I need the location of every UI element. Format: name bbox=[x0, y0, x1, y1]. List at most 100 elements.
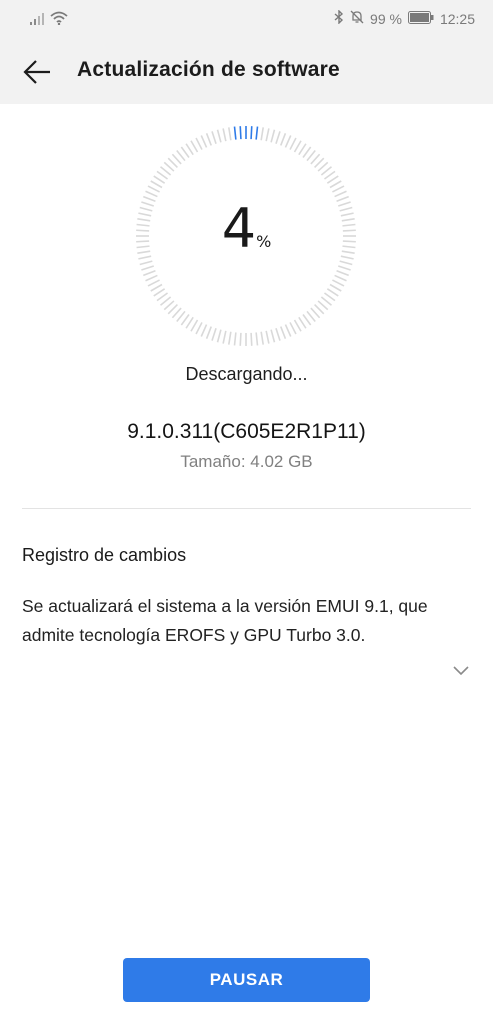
progress-tick bbox=[143, 270, 156, 277]
status-left bbox=[30, 11, 68, 28]
progress-tick bbox=[306, 150, 316, 162]
status-right: 99 % 12:25 bbox=[334, 9, 475, 27]
progress-tick bbox=[195, 137, 203, 150]
progress-tick bbox=[153, 175, 166, 184]
progress-tick bbox=[145, 190, 158, 198]
progress-tick bbox=[176, 150, 186, 162]
progress-percentage: 4% bbox=[0, 197, 493, 260]
status-bar: 99 % 12:25 bbox=[0, 0, 493, 38]
mute-bell-icon bbox=[350, 10, 364, 27]
changelog-text: Se actualizará el sistema a la versión E… bbox=[22, 596, 428, 645]
progress-tick bbox=[185, 143, 194, 156]
progress-tick bbox=[289, 137, 297, 150]
progress-tick bbox=[160, 166, 172, 176]
progress-tick bbox=[293, 319, 302, 332]
progress-tick bbox=[190, 319, 199, 332]
progress-tick bbox=[156, 292, 169, 302]
progress-tick bbox=[260, 331, 265, 345]
progress-tick bbox=[339, 260, 353, 266]
signal-icon bbox=[30, 12, 46, 28]
download-status: Descargando... bbox=[185, 364, 308, 384]
progress-tick bbox=[227, 331, 232, 345]
progress-tick bbox=[171, 307, 182, 319]
progress-tick bbox=[200, 324, 208, 337]
progress-tick-active bbox=[239, 126, 242, 140]
progress-tick bbox=[293, 140, 302, 153]
progress-tick bbox=[298, 143, 307, 156]
progress-tick bbox=[163, 300, 175, 311]
back-arrow-icon[interactable] bbox=[20, 54, 56, 90]
changelog-title: Registro de cambios bbox=[22, 545, 187, 565]
progress-tick bbox=[233, 332, 237, 346]
progress-tick bbox=[320, 296, 332, 306]
progress-tick bbox=[205, 326, 212, 339]
progress-tick bbox=[180, 146, 190, 159]
progress-tick bbox=[334, 274, 347, 282]
progress-tick bbox=[211, 131, 217, 144]
progress-tick bbox=[260, 127, 265, 141]
header-area: 99 % 12:25 Actualización de software bbox=[0, 0, 493, 104]
progress-tick-active bbox=[233, 126, 237, 140]
progress-tick bbox=[314, 157, 325, 168]
progress-tick bbox=[323, 170, 336, 180]
progress-tick-active bbox=[250, 126, 253, 140]
progress-tick bbox=[227, 127, 232, 141]
progress-tick bbox=[302, 146, 312, 159]
progress-tick bbox=[160, 296, 172, 306]
divider bbox=[22, 508, 471, 509]
bluetooth-icon bbox=[334, 9, 344, 27]
progress-tick bbox=[150, 283, 163, 292]
clock: 12:25 bbox=[439, 10, 475, 27]
progress-tick bbox=[280, 133, 287, 146]
progress-tick bbox=[153, 288, 166, 297]
progress-tick-active bbox=[255, 126, 259, 140]
progress-tick bbox=[255, 332, 259, 346]
size-label: Tamaño: 4.02 GB bbox=[180, 452, 313, 471]
progress-tick bbox=[265, 330, 270, 344]
progress-tick bbox=[195, 322, 203, 335]
progress-tick bbox=[302, 313, 312, 326]
progress-tick bbox=[216, 329, 222, 343]
progress-tick bbox=[338, 265, 351, 271]
progress-tick bbox=[171, 153, 182, 165]
battery-text: 99 % bbox=[370, 10, 402, 27]
version-label: 9.1.0.311(C605E2R1P11) bbox=[127, 420, 366, 443]
battery-icon bbox=[407, 10, 434, 27]
progress-tick bbox=[147, 185, 160, 193]
progress-unit: % bbox=[256, 232, 272, 251]
progress-tick bbox=[326, 288, 339, 297]
progress-tick bbox=[275, 131, 281, 144]
progress-tick bbox=[336, 270, 349, 277]
chevron-down-icon[interactable] bbox=[450, 662, 472, 678]
progress-tick bbox=[334, 190, 347, 198]
app-bar: Actualización de software bbox=[0, 42, 493, 104]
progress-tick bbox=[310, 153, 321, 165]
progress-tick bbox=[284, 324, 292, 337]
progress-tick bbox=[211, 328, 217, 341]
progress-tick bbox=[280, 326, 287, 339]
progress-tick bbox=[167, 157, 178, 168]
progress-tick bbox=[270, 329, 276, 343]
progress-tick bbox=[329, 283, 342, 292]
progress-tick bbox=[332, 185, 345, 193]
progress-tick bbox=[139, 260, 153, 266]
progress-tick bbox=[222, 330, 227, 344]
progress-tick bbox=[250, 332, 253, 346]
progress-tick bbox=[180, 313, 190, 326]
progress-tick bbox=[216, 129, 222, 143]
progress-tick bbox=[156, 170, 169, 180]
progress-tick bbox=[150, 180, 163, 189]
progress-tick bbox=[317, 161, 329, 172]
progress-tick bbox=[265, 128, 270, 142]
page-title: Actualización de software bbox=[77, 58, 340, 81]
progress-tick bbox=[326, 175, 339, 184]
progress-tick bbox=[147, 279, 160, 287]
progress-tick bbox=[314, 304, 325, 315]
progress-tick bbox=[145, 274, 158, 282]
progress-tick bbox=[323, 292, 336, 302]
pause-button[interactable]: PAUSAR bbox=[123, 958, 370, 1002]
progress-tick bbox=[141, 265, 154, 271]
progress-tick bbox=[317, 300, 329, 311]
progress-tick bbox=[239, 332, 242, 346]
progress-tick bbox=[310, 307, 321, 319]
